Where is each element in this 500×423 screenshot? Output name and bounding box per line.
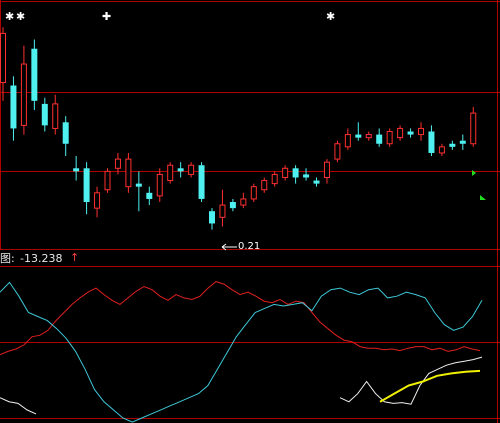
candle-body-down bbox=[31, 48, 38, 101]
candle-body-up bbox=[167, 164, 174, 182]
candle-body-down bbox=[313, 180, 320, 184]
candle-body-up bbox=[344, 134, 351, 148]
candle-body-up bbox=[0, 32, 6, 83]
candle-body-up bbox=[240, 198, 247, 206]
candle-body-down bbox=[376, 134, 383, 144]
candle-body-down bbox=[135, 183, 142, 187]
candle-body-down bbox=[229, 202, 236, 209]
candle-body-up bbox=[334, 143, 341, 160]
candlestick-series bbox=[0, 27, 477, 230]
candle-body-down bbox=[198, 165, 205, 199]
candle-body-up bbox=[418, 127, 424, 136]
candle-body-up bbox=[470, 112, 477, 145]
plus-marker-icon: ✚ bbox=[102, 10, 112, 23]
star-marker-icon: ✱ bbox=[16, 10, 26, 23]
candle-body-up bbox=[365, 134, 372, 139]
indicator-name: 图: bbox=[0, 252, 15, 265]
candle-body-down bbox=[355, 134, 362, 138]
candle-body-up bbox=[156, 173, 163, 197]
candle-body-down bbox=[10, 85, 17, 129]
candle-body-down bbox=[428, 131, 435, 153]
candle-body-up bbox=[104, 170, 111, 191]
candle-body-up bbox=[386, 131, 393, 145]
chart-gridlines bbox=[0, 0, 500, 423]
candle-body-down bbox=[41, 103, 48, 126]
indicator-value: -13.238 bbox=[20, 252, 63, 265]
candle-body-up bbox=[438, 146, 445, 154]
candle-body-up bbox=[271, 173, 278, 185]
candle-body-down bbox=[449, 143, 456, 147]
candle-body-down bbox=[146, 192, 153, 199]
candle-body-down bbox=[292, 168, 299, 178]
signal-markers bbox=[472, 170, 486, 200]
buy-signal-icon bbox=[472, 170, 476, 176]
candle-body-down bbox=[73, 168, 80, 172]
stock-chart bbox=[0, 0, 500, 423]
candle-body-up bbox=[219, 204, 226, 218]
candle-body-down bbox=[83, 168, 90, 203]
star-marker-icon: ✱ bbox=[326, 10, 336, 23]
candle-body-down bbox=[209, 211, 215, 224]
sell-signal-icon bbox=[480, 195, 486, 200]
candle-body-up bbox=[397, 127, 404, 139]
yellow-indicator-line bbox=[379, 369, 481, 403]
candle-body-down bbox=[177, 168, 184, 172]
candle-body-up bbox=[94, 192, 101, 209]
indicator-lines bbox=[0, 281, 483, 423]
candle-body-down bbox=[407, 131, 414, 135]
white-line-left bbox=[0, 397, 37, 415]
up-arrow-icon: ↑ bbox=[70, 251, 80, 264]
candle-body-up bbox=[282, 167, 289, 178]
candle-body-up bbox=[323, 161, 330, 178]
candle-body-up bbox=[250, 186, 257, 200]
candle-body-up bbox=[125, 158, 132, 188]
candle-body-up bbox=[188, 164, 195, 175]
candle-body-up bbox=[52, 103, 59, 129]
candle-body-down bbox=[459, 140, 466, 144]
white-indicator-line bbox=[339, 356, 483, 405]
cyan-indicator-line bbox=[0, 281, 483, 423]
candle-body-up bbox=[261, 180, 268, 191]
star-marker-icon: ✱ bbox=[5, 10, 15, 23]
candle-body-up bbox=[114, 158, 121, 169]
candle-body-down bbox=[303, 174, 310, 178]
candle-body-up bbox=[20, 63, 27, 126]
candle-body-down bbox=[62, 122, 69, 144]
low-price-label: 0.21 bbox=[238, 241, 261, 252]
